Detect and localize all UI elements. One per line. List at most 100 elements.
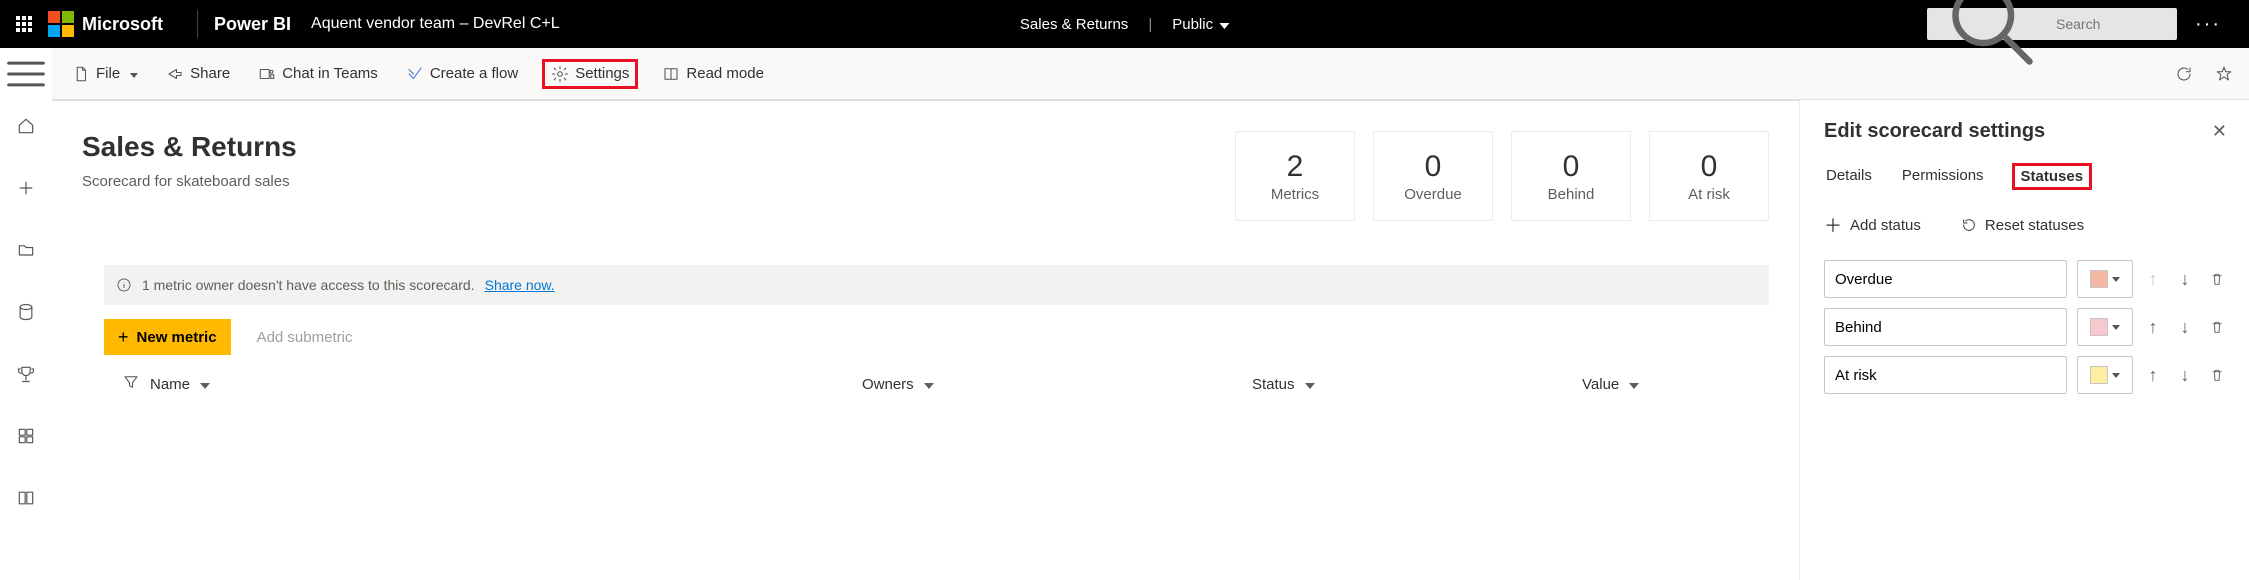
status-color-dropdown[interactable] xyxy=(2077,356,2133,394)
status-color-dropdown[interactable] xyxy=(2077,308,2133,346)
read-label: Read mode xyxy=(686,65,764,82)
nav-goals[interactable] xyxy=(2,354,50,394)
delete-icon[interactable] xyxy=(2207,365,2227,385)
nav-home[interactable] xyxy=(2,106,50,146)
chevron-down-icon[interactable] xyxy=(1629,376,1639,393)
reset-label: Reset statuses xyxy=(1985,217,2084,234)
move-up-icon[interactable] xyxy=(2143,365,2163,385)
more-icon[interactable]: ··· xyxy=(2195,13,2221,36)
settings-label: Settings xyxy=(575,65,629,82)
status-color-dropdown[interactable] xyxy=(2077,260,2133,298)
nav-apps[interactable] xyxy=(2,416,50,456)
nav-create[interactable] xyxy=(2,168,50,208)
kpi-label: Behind xyxy=(1548,186,1595,203)
chevron-down-icon[interactable] xyxy=(1305,376,1315,393)
add-status-button[interactable]: ＋ Add status xyxy=(1824,212,1921,238)
share-label: Share xyxy=(190,65,230,82)
app-launcher-icon[interactable] xyxy=(0,0,48,48)
tab-permissions[interactable]: Permissions xyxy=(1900,163,1986,190)
table-header: Name Owners Status Value xyxy=(82,373,1769,395)
share-button[interactable]: Share xyxy=(162,63,234,85)
chevron-down-icon[interactable] xyxy=(200,376,210,393)
gear-icon xyxy=(551,65,569,83)
top-bar: Microsoft Power BI Aquent vendor team – … xyxy=(0,0,2249,48)
search-icon xyxy=(1937,0,2048,80)
new-metric-button[interactable]: + New metric xyxy=(104,319,231,355)
tab-statuses[interactable]: Statuses xyxy=(2012,163,2093,190)
workspace-breadcrumb[interactable]: Aquent vendor team – DevRel C+L xyxy=(309,15,560,33)
nav-data[interactable] xyxy=(2,292,50,332)
kpi-atrisk[interactable]: 0 At risk xyxy=(1649,131,1769,221)
flow-label: Create a flow xyxy=(430,65,518,82)
tab-details[interactable]: Details xyxy=(1824,163,1874,190)
chat-teams-button[interactable]: Chat in Teams xyxy=(254,63,382,85)
product-label: Power BI xyxy=(214,14,309,35)
microsoft-label: Microsoft xyxy=(82,14,163,35)
kpi-label: Overdue xyxy=(1404,186,1462,203)
read-mode-button[interactable]: Read mode xyxy=(658,63,768,85)
visibility-dropdown[interactable]: Public xyxy=(1172,16,1229,33)
add-submetric-button: Add submetric xyxy=(247,323,363,352)
kpi-metrics[interactable]: 2 Metrics xyxy=(1235,131,1355,221)
access-notice: 1 metric owner doesn't have access to th… xyxy=(104,265,1769,305)
nav-browse[interactable] xyxy=(2,230,50,270)
notice-text: 1 metric owner doesn't have access to th… xyxy=(142,277,475,293)
kpi-overdue[interactable]: 0 Overdue xyxy=(1373,131,1493,221)
status-name-input[interactable] xyxy=(1824,308,2067,346)
file-icon xyxy=(72,65,90,83)
kpi-value: 0 xyxy=(1563,150,1580,184)
move-down-icon[interactable] xyxy=(2175,269,2195,289)
share-now-link[interactable]: Share now. xyxy=(485,277,555,293)
move-down-icon[interactable] xyxy=(2175,365,2195,385)
move-up-icon[interactable] xyxy=(2143,317,2163,337)
search-box[interactable] xyxy=(1927,8,2177,40)
color-swatch xyxy=(2090,318,2108,336)
content-area: Sales & Returns Scorecard for skateboard… xyxy=(52,100,1799,580)
toolbar: File Share Chat in Teams Create a flow S… xyxy=(52,48,2249,100)
kpi-behind[interactable]: 0 Behind xyxy=(1511,131,1631,221)
panel-title: Edit scorecard settings xyxy=(1824,120,2045,143)
col-value-label[interactable]: Value xyxy=(1582,376,1619,393)
delete-icon[interactable] xyxy=(2207,317,2227,337)
chat-label: Chat in Teams xyxy=(282,65,378,82)
kpi-value: 0 xyxy=(1425,150,1442,184)
info-icon xyxy=(116,277,132,293)
search-input[interactable] xyxy=(2056,16,2167,32)
nav-learn[interactable] xyxy=(2,478,50,518)
teams-icon xyxy=(258,65,276,83)
file-menu[interactable]: File xyxy=(68,63,142,85)
kpi-label: At risk xyxy=(1688,186,1730,203)
microsoft-logo: Microsoft xyxy=(48,11,181,37)
file-label: File xyxy=(96,65,120,82)
col-name-label[interactable]: Name xyxy=(150,376,190,393)
new-metric-label: New metric xyxy=(137,329,217,346)
filter-icon[interactable] xyxy=(122,373,140,395)
favorite-icon[interactable] xyxy=(2215,65,2233,83)
visibility-label: Public xyxy=(1172,16,1213,33)
delete-icon[interactable] xyxy=(2207,269,2227,289)
refresh-icon[interactable] xyxy=(2175,65,2193,83)
share-icon xyxy=(166,65,184,83)
read-icon xyxy=(662,65,680,83)
color-swatch xyxy=(2090,270,2108,288)
status-name-input[interactable] xyxy=(1824,260,2067,298)
col-status-label[interactable]: Status xyxy=(1252,376,1295,393)
reset-statuses-button[interactable]: Reset statuses xyxy=(1961,212,2084,238)
page-subtitle: Scorecard for skateboard sales xyxy=(82,173,297,190)
add-status-label: Add status xyxy=(1850,217,1921,234)
color-swatch xyxy=(2090,366,2108,384)
chevron-down-icon[interactable] xyxy=(924,376,934,393)
nav-toggle-icon[interactable] xyxy=(0,48,52,100)
kpi-value: 0 xyxy=(1701,150,1718,184)
col-owners-label[interactable]: Owners xyxy=(862,376,914,393)
close-icon[interactable]: ✕ xyxy=(2212,121,2227,142)
move-up-icon xyxy=(2143,269,2163,289)
create-flow-button[interactable]: Create a flow xyxy=(402,63,522,85)
top-center-breadcrumb: Sales & Returns Public xyxy=(1020,16,1229,33)
left-nav xyxy=(0,100,52,580)
move-down-icon[interactable] xyxy=(2175,317,2195,337)
settings-button[interactable]: Settings xyxy=(542,59,638,89)
status-name-input[interactable] xyxy=(1824,356,2067,394)
status-row xyxy=(1824,356,2227,394)
report-name[interactable]: Sales & Returns xyxy=(1020,16,1128,33)
